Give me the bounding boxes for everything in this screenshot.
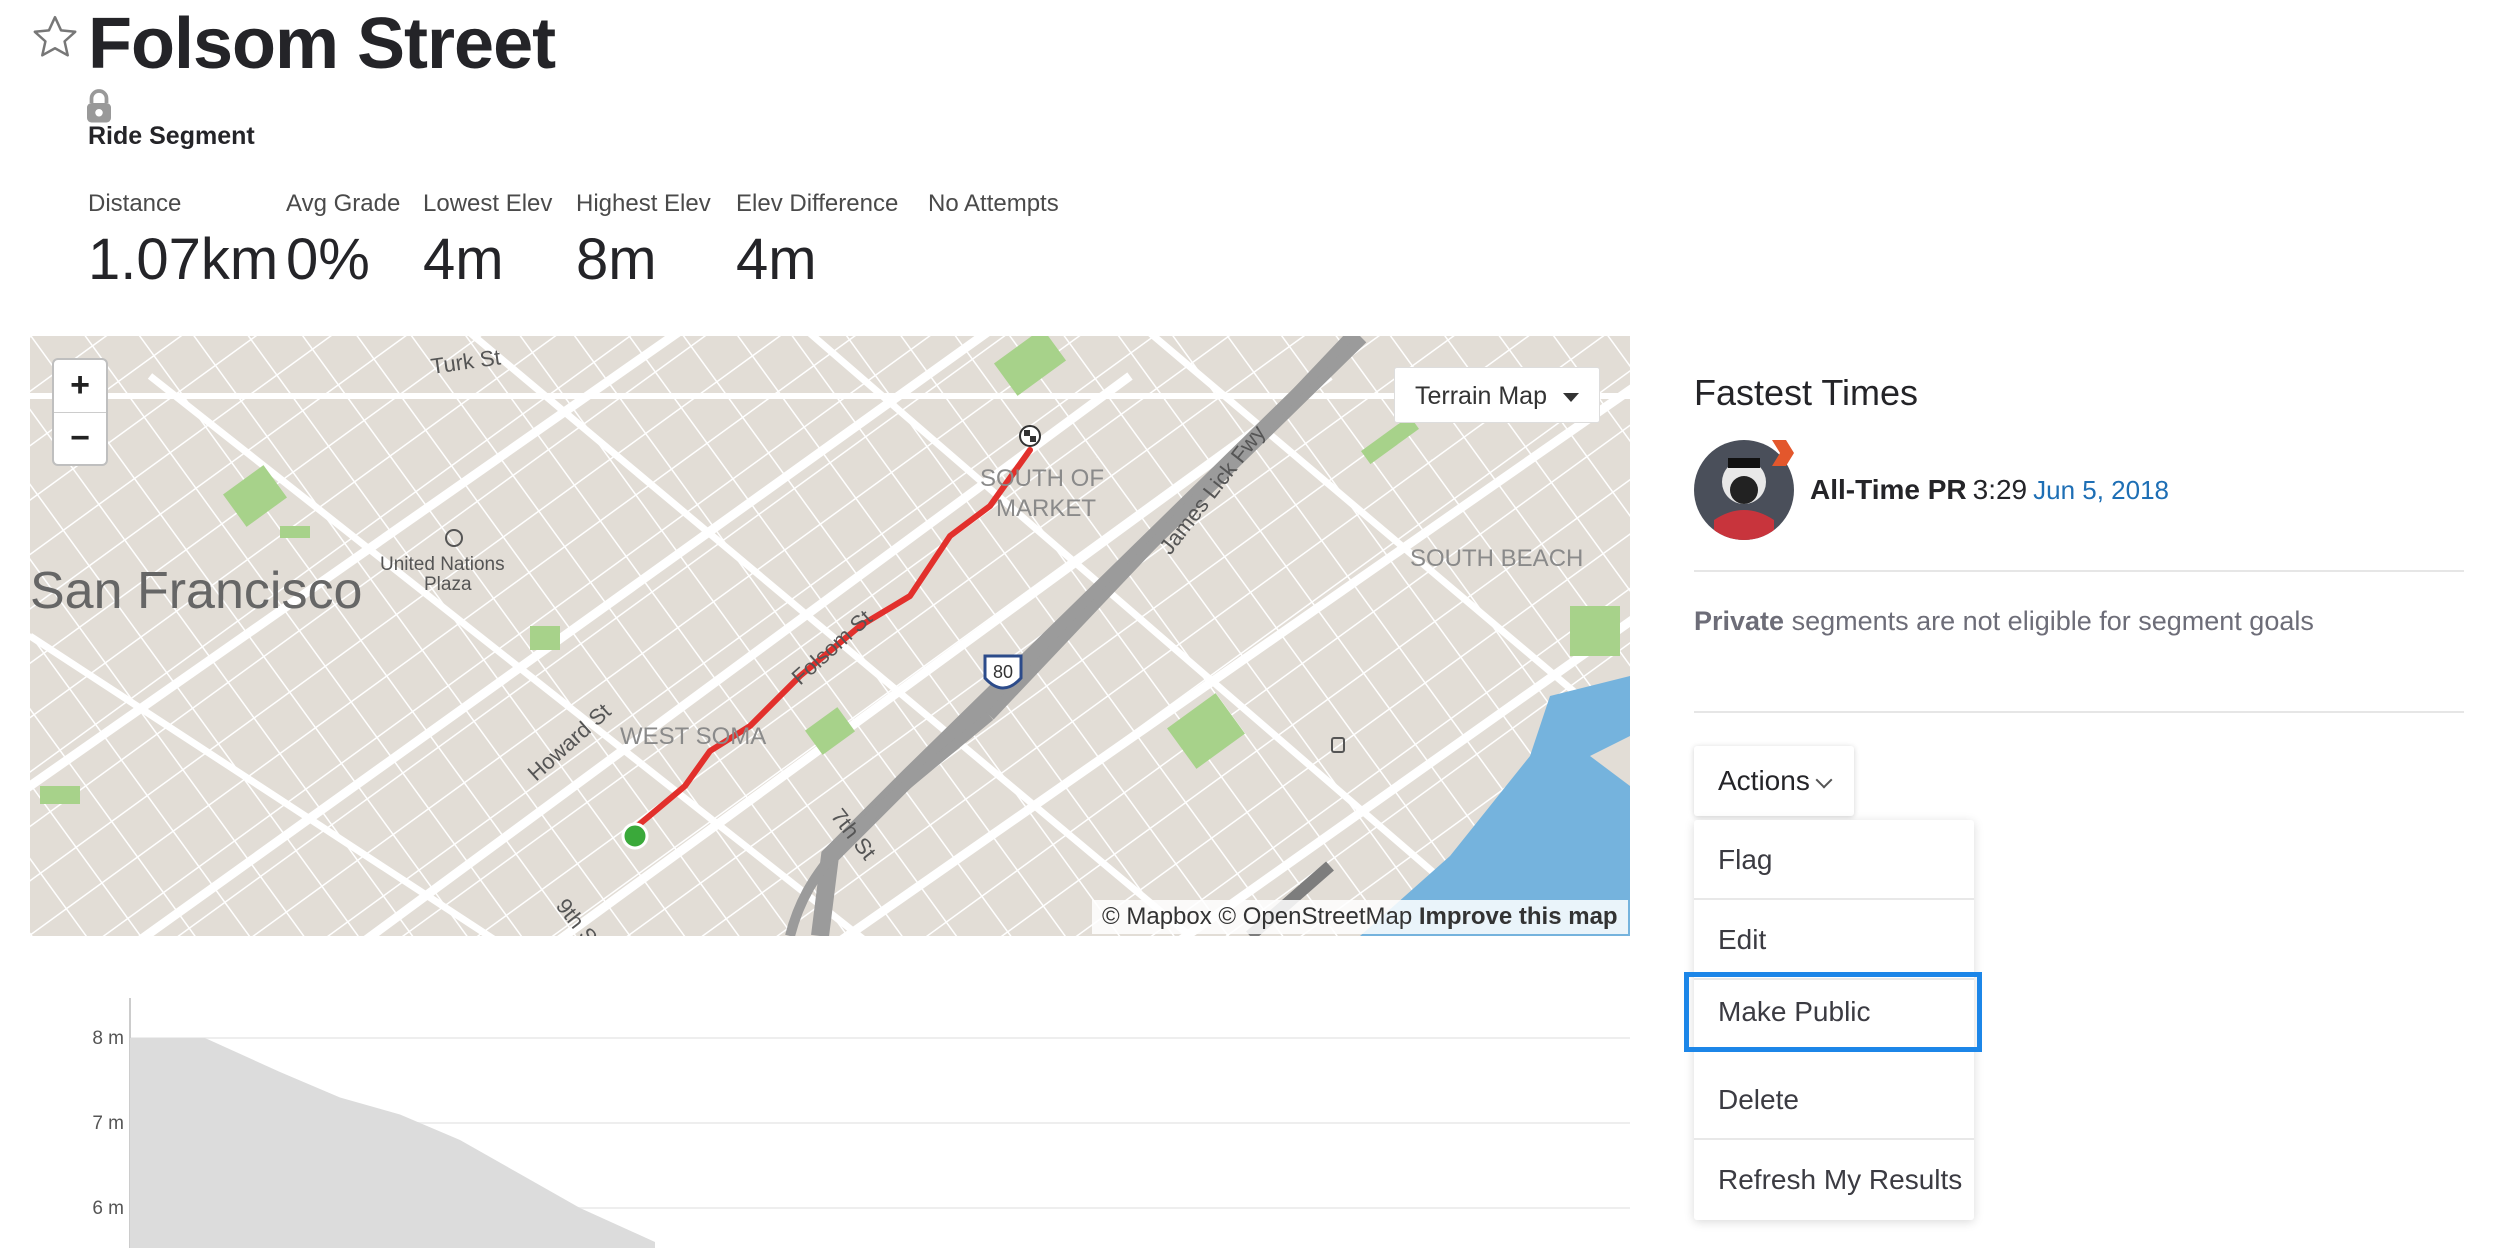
menu-item-edit[interactable]: Edit bbox=[1694, 900, 1974, 980]
stat-value: 0% bbox=[286, 227, 370, 292]
stat-label: Elev Difference bbox=[736, 190, 899, 217]
start-marker bbox=[621, 822, 649, 850]
map-label-soma-2: MARKET bbox=[996, 495, 1096, 522]
menu-item-delete[interactable]: Delete bbox=[1694, 1060, 1974, 1140]
map-label-city: San Francisco bbox=[30, 562, 362, 620]
finish-flag-icon bbox=[1019, 425, 1041, 447]
stat-label: No Attempts bbox=[928, 190, 1059, 217]
lock-icon bbox=[87, 89, 111, 123]
map-label-south-beach: SOUTH BEACH bbox=[1410, 545, 1583, 572]
menu-item-refresh-results[interactable]: Refresh My Results bbox=[1694, 1140, 1974, 1220]
stat-elev-difference: Elev Difference 4m bbox=[736, 190, 898, 293]
stat-label: Highest Elev bbox=[576, 190, 711, 217]
stat-value: 4m bbox=[423, 227, 504, 292]
caret-down-icon bbox=[1563, 392, 1579, 402]
zoom-in-button[interactable]: + bbox=[54, 360, 106, 413]
terrain-map-dropdown[interactable]: Terrain Map bbox=[1394, 367, 1600, 423]
pr-date-link[interactable]: Jun 5, 2018 bbox=[2033, 475, 2169, 505]
y-tick-label: 8 m bbox=[92, 1028, 124, 1049]
map-label-un-plaza: United Nations bbox=[380, 554, 505, 575]
stat-label: Distance bbox=[88, 190, 182, 217]
zoom-control: + − bbox=[52, 358, 108, 466]
highway-shield-icon: 80 bbox=[983, 654, 1023, 690]
stat-value: 4m bbox=[736, 227, 817, 292]
private-segment-note: Private segments are not eligible for se… bbox=[1694, 606, 2314, 637]
segment-type: Ride Segment bbox=[88, 122, 255, 150]
star-icon[interactable] bbox=[30, 12, 80, 62]
chevron-down-icon bbox=[1815, 771, 1833, 789]
menu-item-make-public[interactable]: Make Public bbox=[1684, 972, 1982, 1052]
private-label: Private bbox=[1694, 606, 1785, 636]
map-attribution: © Mapbox © OpenStreetMap Improve this ma… bbox=[1092, 900, 1628, 934]
map-label-west-soma: WEST SOMA bbox=[620, 723, 766, 750]
map-label-un-plaza-2: Plaza bbox=[424, 574, 472, 595]
stat-highest-elev: Highest Elev 8m bbox=[576, 190, 711, 293]
stat-label: Avg Grade bbox=[286, 190, 401, 217]
highway-label: 80 bbox=[993, 662, 1013, 682]
stat-label: Lowest Elev bbox=[423, 190, 553, 217]
segment-map[interactable]: 80 San Francisco Turk St United Nations … bbox=[30, 336, 1630, 936]
private-text: segments are not eligible for segment go… bbox=[1784, 606, 2314, 636]
divider bbox=[1694, 711, 2464, 713]
stat-distance: Distance 1.07km bbox=[88, 190, 278, 293]
stat-avg-grade: Avg Grade 0% bbox=[286, 190, 400, 293]
pr-label: All-Time PR bbox=[1810, 474, 1967, 505]
zoom-out-button[interactable]: − bbox=[54, 413, 106, 465]
pr-badge-icon bbox=[1772, 440, 1794, 466]
stat-attempts: No Attempts bbox=[928, 190, 1059, 218]
map-label-soma: SOUTH OF bbox=[980, 465, 1104, 492]
pr-time: 3:29 bbox=[1972, 474, 2028, 505]
actions-menu: Flag Edit Make Public Delete Refresh My … bbox=[1684, 820, 1982, 1220]
elevation-chart: 8 m 7 m 6 m bbox=[92, 998, 1630, 1248]
map-canvas: 80 San Francisco Turk St United Nations … bbox=[30, 336, 1630, 936]
fastest-times-title: Fastest Times bbox=[1694, 372, 1919, 413]
elevation-area bbox=[130, 1038, 655, 1248]
y-tick-label: 7 m bbox=[92, 1113, 124, 1134]
terrain-map-label: Terrain Map bbox=[1415, 382, 1547, 410]
stat-value: 8m bbox=[576, 227, 657, 292]
y-tick-label: 6 m bbox=[92, 1198, 124, 1219]
divider bbox=[1694, 570, 2464, 572]
actions-dropdown-button[interactable]: Actions bbox=[1694, 746, 1854, 816]
attribution-text[interactable]: © Mapbox © OpenStreetMap bbox=[1102, 903, 1412, 930]
all-time-pr: All-Time PR 3:29 Jun 5, 2018 bbox=[1810, 474, 2169, 506]
menu-item-flag[interactable]: Flag bbox=[1694, 820, 1974, 900]
page-title: Folsom Street bbox=[88, 4, 556, 84]
stat-lowest-elev: Lowest Elev 4m bbox=[423, 190, 552, 293]
actions-label: Actions bbox=[1718, 765, 1810, 796]
improve-map-link[interactable]: Improve this map bbox=[1419, 903, 1618, 930]
stat-value: 1.07km bbox=[88, 227, 279, 292]
